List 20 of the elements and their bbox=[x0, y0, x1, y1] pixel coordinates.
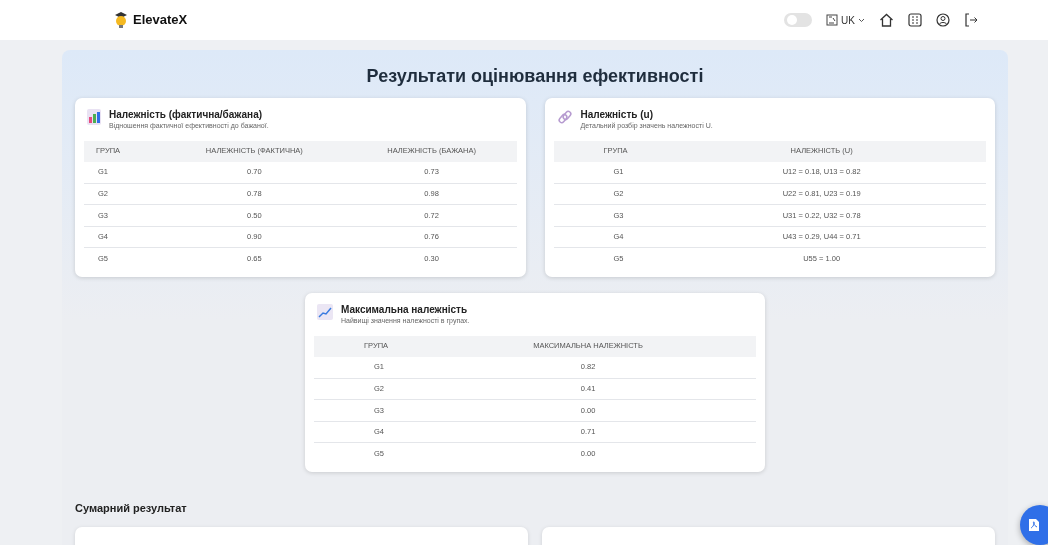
translate-icon bbox=[826, 14, 839, 26]
link-icon bbox=[556, 109, 573, 125]
pdf-button[interactable] bbox=[1020, 505, 1048, 545]
language-dropdown[interactable]: UK bbox=[826, 12, 865, 28]
page-title: Результати оцінювання ефективності bbox=[365, 65, 705, 88]
lightbulb-logo-icon bbox=[113, 11, 129, 29]
theme-toggle[interactable] bbox=[784, 13, 813, 27]
pdf-icon bbox=[1028, 518, 1040, 532]
card-title: Максимальна належність bbox=[341, 304, 469, 316]
home-icon[interactable] bbox=[879, 13, 894, 27]
brand-name[interactable]: ElevateX bbox=[133, 10, 188, 30]
card-title: Належність (фактична/бажана) bbox=[109, 109, 264, 121]
bar-chart-icon bbox=[87, 109, 101, 125]
line-chart-icon bbox=[317, 304, 333, 320]
logout-icon[interactable] bbox=[964, 13, 978, 27]
calculator-icon[interactable] bbox=[908, 13, 922, 27]
account-icon[interactable] bbox=[936, 13, 950, 27]
caret-icon bbox=[858, 17, 865, 23]
card-title: Належність (u) bbox=[580, 109, 654, 121]
section-heading: Сумарний результат bbox=[75, 501, 188, 516]
